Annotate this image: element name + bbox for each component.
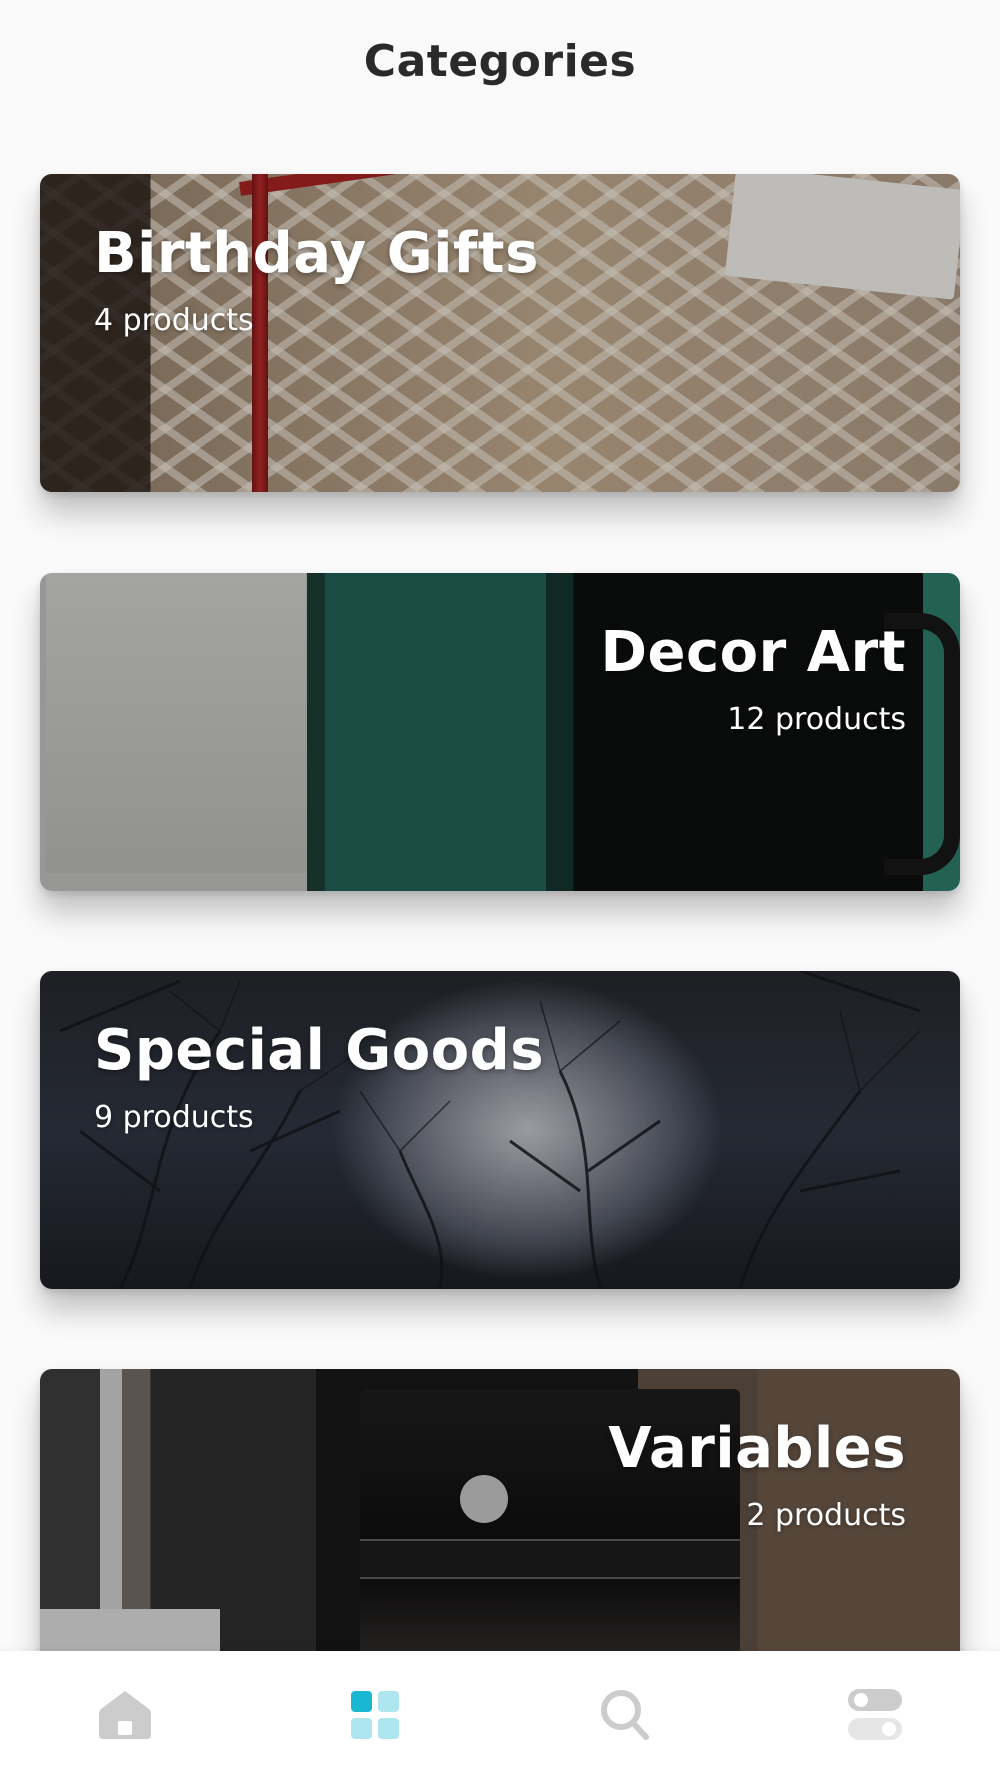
bottom-navigation xyxy=(0,1651,1000,1778)
nav-home[interactable] xyxy=(0,1651,250,1778)
category-product-count: 2 products xyxy=(746,1498,906,1534)
category-card-decor-art[interactable]: Decor Art 12 products xyxy=(40,573,960,891)
category-card-special-goods[interactable]: Special Goods 9 products xyxy=(40,971,960,1289)
category-product-count: 12 products xyxy=(727,702,906,738)
toggles-icon xyxy=(848,1688,902,1740)
nav-search[interactable] xyxy=(500,1651,750,1778)
nav-settings[interactable] xyxy=(750,1651,1000,1778)
category-title: Decor Art xyxy=(600,620,906,685)
category-title: Variables xyxy=(608,1416,906,1481)
category-card-variables[interactable]: Variables 2 products xyxy=(40,1369,960,1687)
nav-categories[interactable] xyxy=(250,1651,500,1778)
category-product-count: 9 products xyxy=(94,1100,254,1136)
category-card-birthday-gifts[interactable]: Birthday Gifts 4 products xyxy=(40,174,960,492)
page-title: Categories xyxy=(363,35,637,87)
category-title: Birthday Gifts xyxy=(94,221,539,286)
header: Categories xyxy=(0,0,1000,130)
category-product-count: 4 products xyxy=(94,303,254,339)
home-icon xyxy=(99,1690,151,1739)
grid-icon xyxy=(351,1690,399,1739)
search-icon xyxy=(601,1689,649,1740)
category-title: Special Goods xyxy=(94,1018,545,1083)
